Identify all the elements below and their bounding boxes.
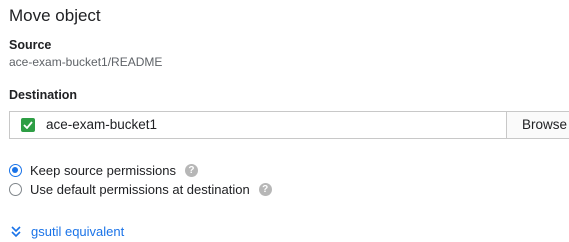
help-icon[interactable]: ? bbox=[258, 182, 272, 196]
destination-field[interactable]: ace-exam-bucket1 bbox=[9, 111, 507, 139]
radio-label: Use default permissions at destination bbox=[30, 181, 250, 197]
destination-value: ace-exam-bucket1 bbox=[46, 117, 158, 132]
gsutil-equivalent-label: gsutil equivalent bbox=[31, 224, 125, 239]
browse-button[interactable]: Browse bbox=[506, 111, 569, 139]
radio-label: Keep source permissions bbox=[30, 162, 176, 178]
source-value: ace-exam-bucket1/README bbox=[9, 55, 163, 69]
help-icon[interactable]: ? bbox=[184, 163, 198, 177]
radio-button-selected[interactable] bbox=[9, 163, 22, 177]
radio-button[interactable] bbox=[9, 182, 22, 196]
browse-button-label: Browse bbox=[522, 117, 568, 132]
bucket-icon bbox=[21, 118, 35, 132]
double-chevron-down-icon bbox=[11, 225, 21, 237]
radio-use-default-permissions[interactable]: Use default permissions at destination ? bbox=[9, 180, 272, 198]
source-label: Source bbox=[9, 38, 52, 52]
gsutil-equivalent-link[interactable]: gsutil equivalent bbox=[9, 224, 124, 239]
destination-row: ace-exam-bucket1 Browse bbox=[9, 111, 569, 139]
radio-keep-source-permissions[interactable]: Keep source permissions ? bbox=[9, 161, 198, 179]
dialog-title: Move object bbox=[9, 6, 101, 25]
destination-label: Destination bbox=[9, 88, 78, 102]
